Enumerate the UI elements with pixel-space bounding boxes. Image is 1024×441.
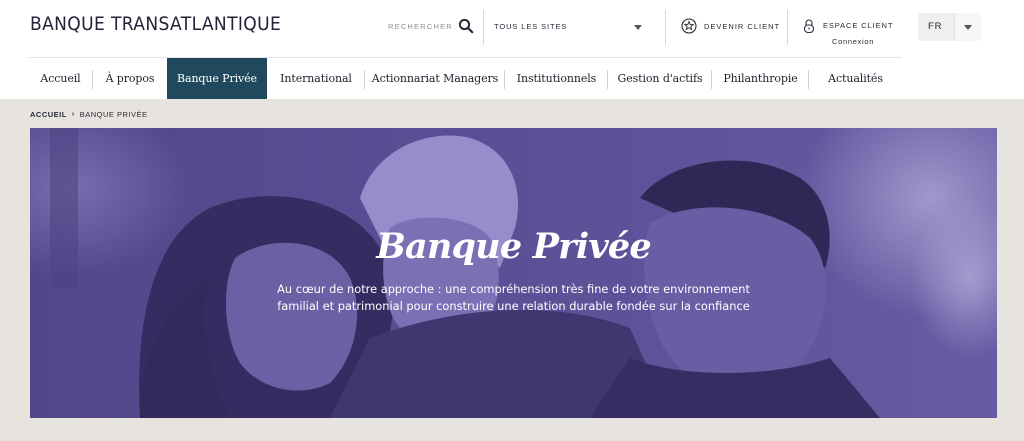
become-client-label: DEVENIR CLIENT: [704, 21, 781, 31]
star-badge-icon: [681, 18, 697, 34]
header-divider: [787, 10, 788, 45]
main-nav: Accueil À propos Banque Privée Internati…: [28, 57, 902, 99]
nav-item-banque-privee[interactable]: Banque Privée: [167, 58, 267, 99]
nav-item-actionnariat-managers[interactable]: Actionnariat Managers: [365, 58, 505, 99]
header-divider: [665, 10, 666, 45]
breadcrumb: ACCUEIL › BANQUE PRIVÉE: [30, 110, 147, 119]
site-logo[interactable]: BANQUE TRANSATLANTIQUE: [30, 13, 281, 35]
search-label[interactable]: RECHERCHER: [388, 22, 453, 31]
nav-item-gestion-actifs[interactable]: Gestion d'actifs: [608, 58, 712, 99]
client-space-label: ESPACE CLIENT: [823, 21, 894, 30]
hero-description: Au cœur de notre approche : une compréhe…: [230, 281, 797, 315]
hero-title: Banque Privée: [376, 226, 651, 267]
breadcrumb-separator: ›: [71, 111, 75, 118]
top-header: BANQUE TRANSATLANTIQUE RECHERCHER TOUS L…: [0, 0, 1024, 57]
language-value: FR: [928, 21, 943, 32]
language-toggle[interactable]: [954, 13, 981, 41]
nav-item-accueil[interactable]: Accueil: [28, 58, 93, 99]
search-icon[interactable]: [458, 18, 474, 34]
nav-item-institutionnels[interactable]: Institutionnels: [505, 58, 608, 99]
login-link[interactable]: Connexion: [832, 37, 874, 46]
hero-description-line: Au cœur de notre approche : une compréhe…: [277, 282, 750, 296]
breadcrumb-current: BANQUE PRIVÉE: [79, 110, 148, 119]
hero-description-line: familial et patrimonial pour construire …: [277, 299, 750, 313]
sites-dropdown[interactable]: TOUS LES SITES: [483, 10, 654, 45]
main-content: ACCUEIL › BANQUE PRIVÉE Banque Privée Au…: [0, 99, 1024, 441]
nav-item-actualites[interactable]: Actualités: [809, 58, 902, 99]
chevron-down-icon: [634, 25, 642, 30]
nav-item-philanthropie[interactable]: Philanthropie: [712, 58, 809, 99]
become-client-button[interactable]: DEVENIR CLIENT: [681, 17, 780, 35]
hero-banner: Banque Privée Au cœur de notre approche …: [30, 128, 997, 418]
breadcrumb-home[interactable]: ACCUEIL: [30, 110, 67, 119]
chevron-down-icon: [964, 25, 972, 30]
nav-item-international[interactable]: International: [267, 58, 365, 99]
lock-icon: [803, 19, 815, 34]
nav-item-a-propos[interactable]: À propos: [93, 58, 167, 99]
hero-photo: [30, 128, 997, 418]
sites-dropdown-value: TOUS LES SITES: [494, 22, 568, 31]
language-select[interactable]: FR: [918, 13, 981, 41]
